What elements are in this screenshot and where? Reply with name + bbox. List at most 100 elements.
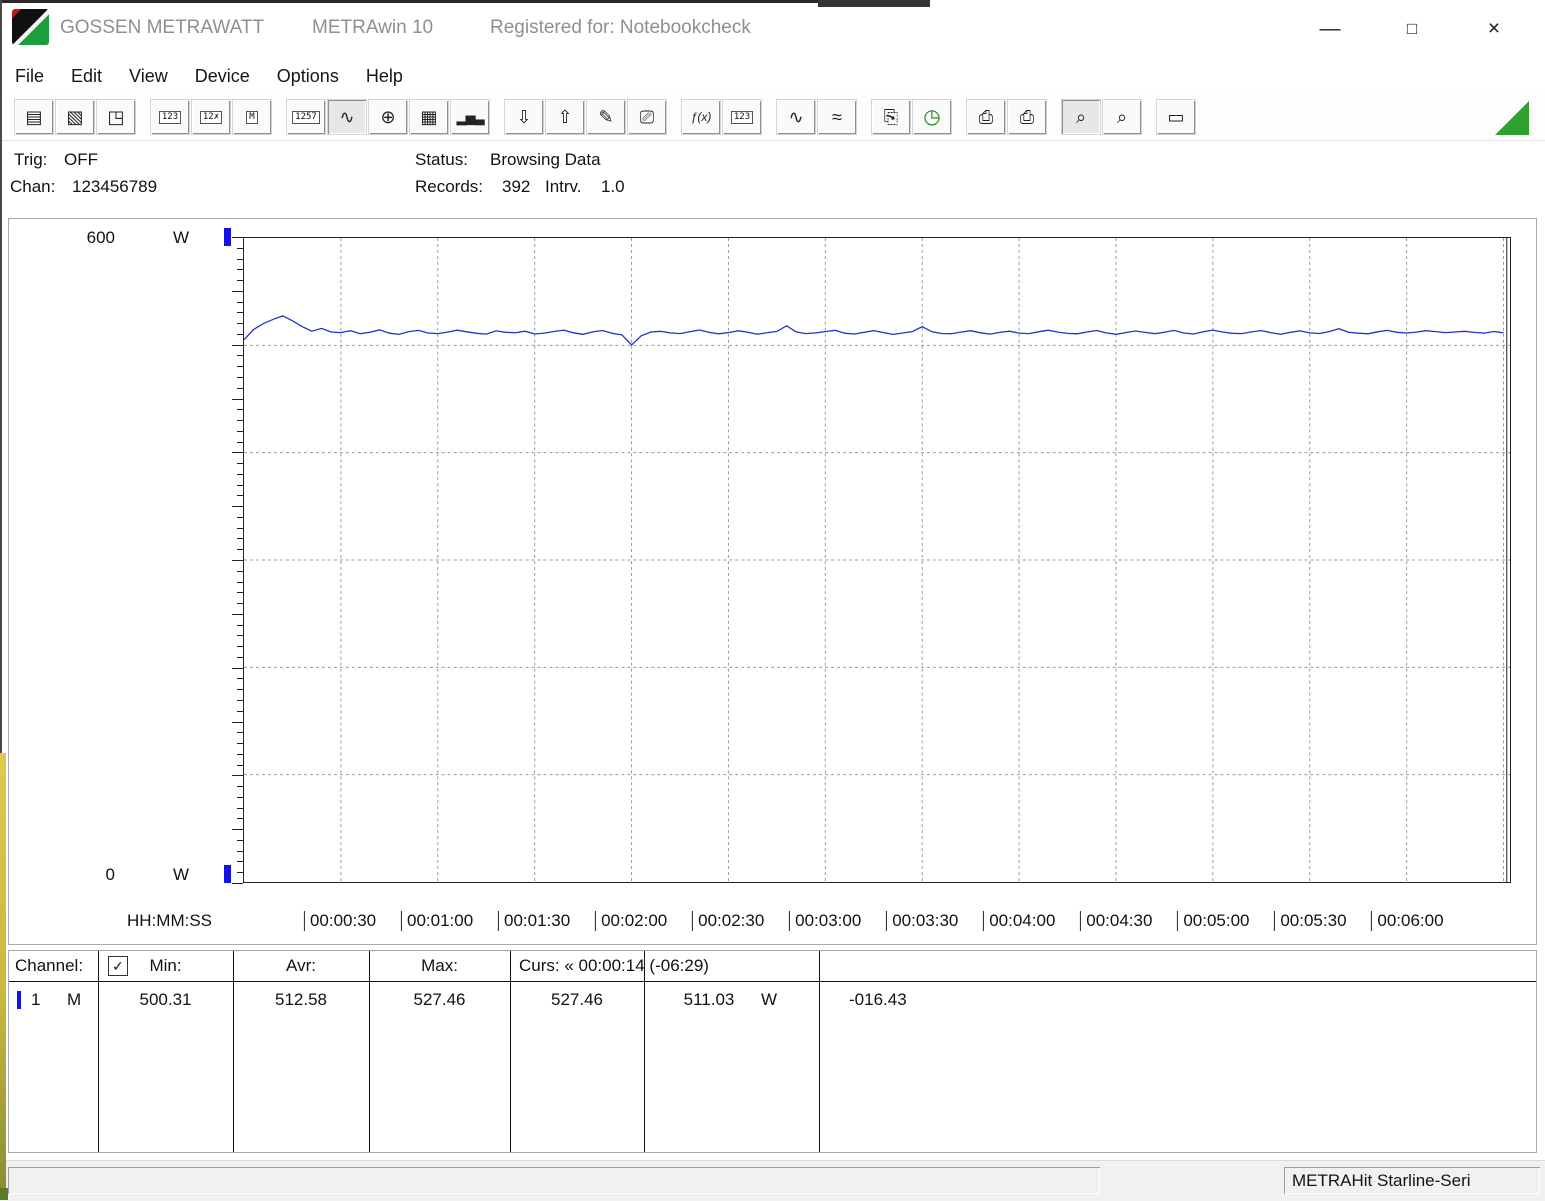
menu-item-help[interactable]: Help bbox=[366, 66, 403, 87]
channel-mode-cell: M bbox=[67, 990, 82, 1009]
device-memory-button[interactable]: M bbox=[232, 99, 272, 135]
device-stop-button[interactable]: 12✗ bbox=[191, 99, 231, 135]
y-axis-tick bbox=[232, 560, 243, 561]
avr-header: Avr: bbox=[286, 956, 316, 975]
bar-graph-icon: ▂▅▃ bbox=[456, 109, 485, 125]
zoom-icon: ⌕ bbox=[1116, 107, 1128, 127]
x-axis-labels: HH:MM:SS 00:00:30 00:01:00 00:01:30 00:02:0… bbox=[9, 907, 1536, 939]
trend-graph-icon: ∿ bbox=[339, 107, 355, 127]
cursor-header: Curs: « 00:00:14 (-06:29) bbox=[519, 956, 709, 975]
info-panel: Trig: OFF Chan: 123456789 Status: Browsi… bbox=[0, 141, 1545, 217]
analog-display-button[interactable]: ⊕ bbox=[368, 99, 408, 135]
screen-edge-artifact bbox=[818, 0, 930, 7]
menubar: File Edit View Device Options Help bbox=[0, 58, 1545, 94]
open-file-button[interactable]: ◳ bbox=[96, 99, 136, 135]
resize-grow-handle[interactable] bbox=[1495, 101, 1529, 135]
signal-smooth-button[interactable]: ∿ bbox=[776, 99, 816, 135]
channel-header: Channel: bbox=[15, 956, 84, 975]
screen-edge-artifact bbox=[0, 0, 2, 753]
max-header: Max: bbox=[421, 956, 458, 975]
y-axis-tick bbox=[232, 829, 243, 831]
y-axis-tick bbox=[232, 721, 243, 723]
x-tick-label: 00:02:30 bbox=[692, 911, 764, 931]
save-as-button[interactable]: ▧ bbox=[55, 99, 95, 135]
print-preview-button[interactable]: ⎙ bbox=[966, 99, 1006, 135]
menu-item-file[interactable]: File bbox=[15, 66, 44, 87]
x-tick-label: 00:06:00 bbox=[1371, 911, 1444, 931]
y-axis-tick bbox=[232, 237, 243, 238]
y-axis-tick bbox=[232, 290, 243, 292]
numeric-window-icon: 123 bbox=[730, 110, 754, 124]
window-controls: — □ × bbox=[1289, 0, 1535, 58]
min-header: Min: bbox=[149, 956, 182, 975]
trend-graph-button[interactable]: ∿ bbox=[327, 99, 367, 135]
y-axis-unit-top: W bbox=[173, 228, 190, 247]
delta-value-cell: -016.43 bbox=[849, 990, 907, 1009]
timer-icon: ◷ bbox=[923, 106, 941, 128]
numeric-window-button[interactable]: 123 bbox=[722, 99, 762, 135]
save-as-icon: ▧ bbox=[66, 107, 84, 127]
toolbar-group: ƒ(x) 123 bbox=[681, 99, 762, 135]
toolbar-group: ▤ ▧ ◳ bbox=[14, 99, 136, 135]
label-note-icon: ▭ bbox=[1167, 107, 1185, 127]
import-data-button[interactable]: ⇧ bbox=[545, 99, 585, 135]
y-axis-tick bbox=[232, 883, 243, 884]
export-data-button[interactable]: ⇩ bbox=[504, 99, 544, 135]
device-read-button[interactable]: 123 bbox=[150, 99, 190, 135]
statusbar-device-panel: METRAHit Starline-Seri bbox=[1284, 1167, 1540, 1194]
title-bar: GOSSEN METRAWATT METRAwin 10 Registered … bbox=[0, 0, 1545, 58]
monitor-view-icon: ⎚ bbox=[639, 107, 655, 127]
digital-display-button[interactable]: 1257 bbox=[286, 99, 326, 135]
close-icon[interactable]: × bbox=[1453, 0, 1535, 58]
records-label: Records: bbox=[415, 177, 484, 196]
zoom-button[interactable]: ⌕ bbox=[1102, 99, 1142, 135]
trend-plot[interactable] bbox=[243, 237, 1511, 883]
digital-display-icon: 1257 bbox=[292, 110, 320, 124]
records-value: 392 bbox=[502, 177, 531, 196]
channel-number-cell: 1 bbox=[31, 990, 41, 1009]
device-read-icon: 123 bbox=[158, 110, 182, 124]
trig-value: OFF bbox=[64, 150, 98, 169]
x-tick-label: 00:04:00 bbox=[983, 911, 1055, 931]
chart-svg bbox=[244, 238, 1510, 882]
maximize-icon[interactable]: □ bbox=[1371, 0, 1453, 58]
signal-raw-button[interactable]: ≈ bbox=[817, 99, 857, 135]
table-view-icon: ▦ bbox=[420, 107, 438, 127]
device-memory-icon: M bbox=[246, 110, 258, 124]
table-view-button[interactable]: ▦ bbox=[409, 99, 449, 135]
toolbar-group: 123 12✗ M bbox=[150, 99, 272, 135]
x-axis-unit-label: HH:MM:SS bbox=[127, 911, 212, 930]
power-trend-line bbox=[244, 315, 1504, 346]
y-axis-tick bbox=[232, 398, 243, 400]
timer-button[interactable]: ◷ bbox=[912, 99, 952, 135]
y-axis-unit-bottom: W bbox=[173, 865, 190, 884]
bar-graph-button[interactable]: ▂▅▃ bbox=[450, 99, 490, 135]
cursor-b-value-cell: 511.03 bbox=[683, 990, 735, 1009]
page-copy-button[interactable]: ⎘ bbox=[871, 99, 911, 135]
protocol-edit-button[interactable]: ✎ bbox=[586, 99, 626, 135]
zoom-signal-icon: ⌕ bbox=[1075, 107, 1087, 127]
menu-item-options[interactable]: Options bbox=[277, 66, 339, 87]
formula-button[interactable]: ƒ(x) bbox=[681, 99, 721, 135]
menu-item-view[interactable]: View bbox=[129, 66, 168, 87]
print-icon: ⎙ bbox=[1019, 107, 1035, 127]
label-note-button[interactable]: ▭ bbox=[1156, 99, 1196, 135]
zoom-signal-button[interactable]: ⌕ bbox=[1061, 99, 1101, 135]
menu-item-edit[interactable]: Edit bbox=[71, 66, 102, 87]
chart-panel: 600 W 0 W HH:MM:SS 00:00:30 00:01:00 00:01… bbox=[8, 218, 1537, 945]
open-file-icon: ◳ bbox=[107, 107, 125, 127]
status-value: Browsing Data bbox=[490, 150, 601, 169]
save-icon: ▤ bbox=[25, 107, 43, 127]
save-button[interactable]: ▤ bbox=[14, 99, 54, 135]
print-button[interactable]: ⎙ bbox=[1007, 99, 1047, 135]
minimize-icon[interactable]: — bbox=[1289, 0, 1371, 58]
signal-smooth-icon: ∿ bbox=[788, 107, 804, 127]
y-axis-max-label: 600 bbox=[86, 228, 115, 247]
max-value-cell: 527.46 bbox=[413, 990, 466, 1009]
menu-item-device[interactable]: Device bbox=[195, 66, 250, 87]
x-tick-label: 00:03:00 bbox=[789, 911, 861, 931]
interval-label: Intrv. bbox=[545, 177, 582, 196]
screen-edge-artifact bbox=[0, 753, 6, 1188]
formula-icon: ƒ(x) bbox=[690, 110, 712, 124]
monitor-view-button[interactable]: ⎚ bbox=[627, 99, 667, 135]
